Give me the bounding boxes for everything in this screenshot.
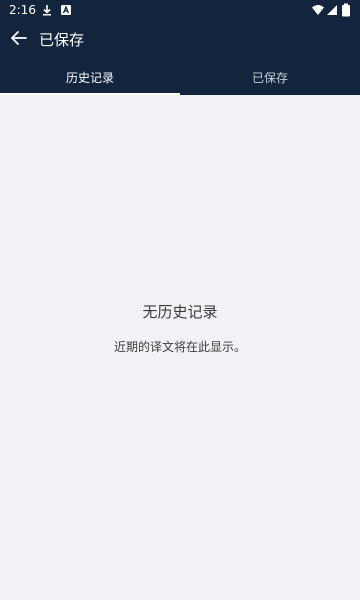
tab-saved-label: 已保存: [251, 71, 288, 85]
tab-history[interactable]: 历史记录: [0, 60, 180, 95]
header: 2:16 已保存 历史记录 已保存: [0, 0, 360, 95]
tab-bar: 历史记录 已保存: [0, 60, 360, 95]
tab-history-label: 历史记录: [65, 71, 114, 85]
battery-icon: [341, 3, 351, 17]
tab-active-indicator: [0, 93, 180, 95]
wifi-icon: [311, 3, 325, 17]
app-bar: 已保存: [0, 20, 360, 60]
arrow-left-icon: [9, 28, 29, 52]
status-bar: 2:16: [0, 0, 360, 20]
status-time: 2:16: [9, 3, 36, 17]
page-title: 已保存: [39, 31, 85, 49]
back-button[interactable]: [5, 26, 33, 54]
download-icon: [40, 3, 54, 17]
signal-icon: [325, 3, 339, 17]
app-screen: 2:16 已保存 历史记录 已保存 无历史记录 近期的译文将在此显示。: [0, 0, 360, 600]
empty-state: 无历史记录 近期的译文将在此显示。: [0, 300, 360, 356]
empty-state-title: 无历史记录: [142, 303, 218, 321]
empty-state-subtitle: 近期的译文将在此显示。: [113, 340, 246, 354]
tab-saved[interactable]: 已保存: [180, 60, 360, 95]
notification-a-icon: [59, 3, 73, 17]
